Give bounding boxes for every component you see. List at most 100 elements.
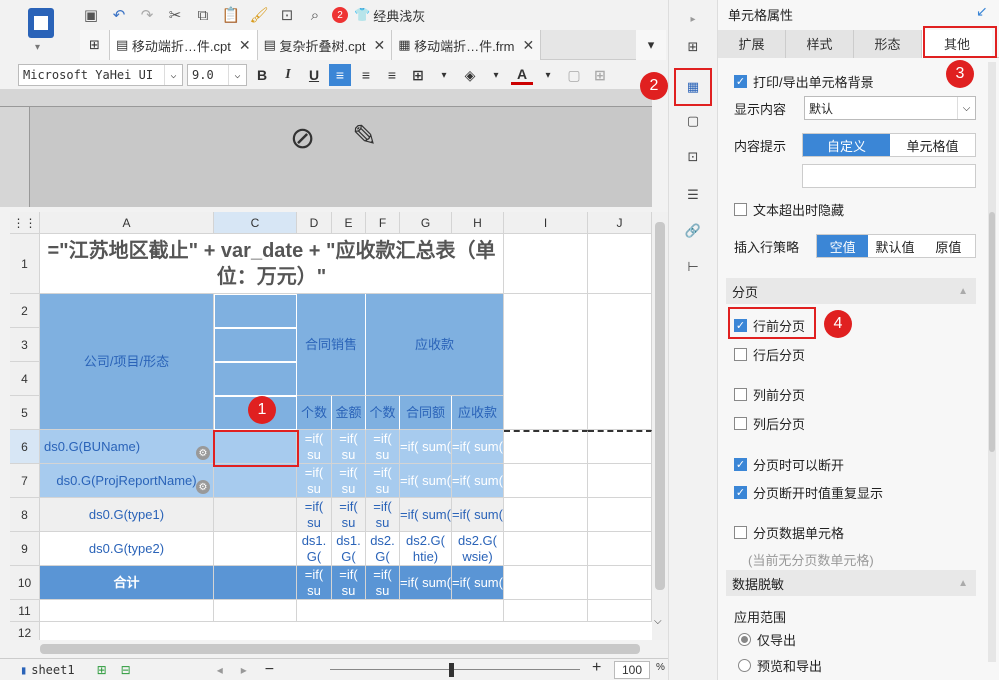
close-icon[interactable]: ✕	[373, 37, 385, 54]
unmerge-icon[interactable]: ⊞	[589, 64, 611, 86]
scroll-right-icon[interactable]: ▸	[241, 663, 247, 677]
formula-cell[interactable]: =if( sum(	[452, 498, 504, 532]
sub-header[interactable]: 应收款	[452, 396, 504, 430]
save-icon[interactable]: ▣	[80, 4, 102, 26]
row-header[interactable]: 4	[10, 362, 40, 396]
column-header[interactable]: F	[366, 212, 400, 234]
option-default[interactable]: 默认值	[868, 235, 922, 257]
font-size-select[interactable]: 9.0 ⌵	[187, 64, 247, 86]
row-header[interactable]: 9	[10, 532, 40, 566]
widget-icon[interactable]: ⊡	[682, 146, 704, 168]
empty-cell[interactable]	[588, 566, 652, 600]
format-brush-icon[interactable]: 🖌	[248, 4, 270, 26]
sub-header[interactable]: 个数	[297, 396, 332, 430]
empty-cell[interactable]	[504, 498, 588, 532]
zoom-in-icon[interactable]: +	[592, 659, 601, 677]
tab-complex-tree[interactable]: ▤ 复杂折叠树.cpt ✕	[257, 30, 393, 60]
formula-cell[interactable]: =if( su	[332, 566, 366, 600]
grid-view-icon[interactable]: ⊞	[80, 30, 110, 60]
bu-name-cell[interactable]: ds0.G(BUName)	[40, 430, 214, 464]
column-header[interactable]: H	[452, 212, 504, 234]
option-custom[interactable]: 自定义	[803, 134, 890, 156]
redo-icon[interactable]: ↷	[136, 4, 158, 26]
font-color-button[interactable]: A	[511, 65, 533, 85]
tab-mobile-frm[interactable]: ▦ 移动端折…件.frm ✕	[392, 30, 542, 60]
cell[interactable]	[214, 532, 297, 566]
empty-cell[interactable]	[504, 234, 588, 294]
paging-data-cell-checkbox[interactable]: 分页数据单元格	[734, 523, 844, 542]
formula-cell[interactable]: =if( sum(	[452, 430, 504, 464]
cell[interactable]	[214, 498, 297, 532]
fill-color-icon[interactable]: ◈	[459, 64, 481, 86]
sheet-tab[interactable]: ▮ sheet1	[20, 663, 75, 677]
tab-mobile-cpt[interactable]: ▤ 移动端折…件.cpt ✕	[110, 30, 258, 60]
chevron-down-icon[interactable]: ▾	[485, 64, 507, 86]
search-icon[interactable]: ⌕	[304, 4, 326, 26]
empty-cell[interactable]	[588, 600, 652, 622]
option-null[interactable]: 空值	[817, 235, 869, 257]
formula-cell[interactable]: ds1. G(	[332, 532, 366, 566]
page-after-row-checkbox[interactable]: 行后分页	[734, 345, 805, 364]
display-content-select[interactable]: 默认 ⌵	[804, 96, 976, 120]
hide-eye-icon[interactable]: ⊘	[290, 121, 315, 156]
row-header[interactable]: 1	[10, 234, 40, 294]
formula-cell[interactable]: =if( su	[332, 430, 366, 464]
formula-cell[interactable]: ds2.G( htie)	[400, 532, 452, 566]
align-center-icon[interactable]: ≡	[355, 64, 377, 86]
empty-cell[interactable]	[40, 600, 214, 622]
receivable-header[interactable]: 应收款	[366, 294, 504, 396]
underline-button[interactable]: U	[303, 64, 325, 86]
column-header[interactable]: I	[504, 212, 588, 234]
option-cell-value[interactable]: 单元格值	[889, 134, 975, 156]
formula-cell[interactable]: =if( sum(	[400, 430, 452, 464]
formula-cell[interactable]: =if( su	[297, 566, 332, 600]
option-original[interactable]: 原值	[921, 235, 975, 257]
column-header[interactable]: J	[588, 212, 652, 234]
formula-cell[interactable]: =if( su	[366, 430, 400, 464]
edit-pencil-icon[interactable]: ✎	[352, 119, 377, 154]
company-project-header[interactable]: 公司/项目/形态	[40, 294, 214, 430]
formula-cell[interactable]: =if( su	[366, 464, 400, 498]
undo-icon[interactable]: ↶	[108, 4, 130, 26]
row-header[interactable]: 12	[10, 622, 40, 640]
proj-report-name-cell[interactable]: ds0.G(ProjReportName)	[40, 464, 214, 498]
formula-cell[interactable]: =if( su	[297, 498, 332, 532]
column-header[interactable]: A	[40, 212, 214, 234]
empty-cell[interactable]	[504, 600, 588, 622]
select-all-corner[interactable]: ⋮⋮	[10, 212, 40, 234]
merge-icon[interactable]: ▢	[563, 64, 585, 86]
cut-icon[interactable]: ✂	[164, 4, 186, 26]
vertical-scrollbar[interactable]: ⌵	[652, 212, 668, 642]
formula-cell[interactable]: ds2. G(	[366, 532, 400, 566]
column-header[interactable]: D	[297, 212, 332, 234]
app-logo-icon[interactable]	[28, 8, 54, 38]
formula-cell[interactable]: =if( su	[366, 498, 400, 532]
tab-menu-icon[interactable]: ▾	[636, 30, 666, 60]
close-icon[interactable]: ✕	[239, 37, 251, 54]
empty-cell[interactable]	[504, 430, 588, 464]
formula-cell[interactable]: =if( sum(	[400, 498, 452, 532]
empty-cell[interactable]	[504, 294, 588, 430]
tab-style[interactable]: 样式	[786, 29, 854, 58]
can-break-checkbox[interactable]: ✓ 分页时可以断开	[734, 455, 844, 474]
empty-cell[interactable]	[588, 430, 652, 464]
sub-header[interactable]: 合同额	[400, 396, 452, 430]
tree-icon[interactable]: ⊢	[682, 256, 704, 278]
row-header[interactable]: 7	[10, 464, 40, 498]
header-cell[interactable]	[214, 328, 297, 362]
notification-badge[interactable]: 2	[332, 7, 348, 23]
chevron-down-icon[interactable]: ▾	[537, 64, 559, 86]
contract-sales-header[interactable]: 合同销售	[297, 294, 366, 396]
paste-icon[interactable]: 📋	[220, 4, 242, 26]
formula-cell[interactable]: =if( su	[332, 464, 366, 498]
scroll-left-icon[interactable]: ◂	[217, 663, 223, 677]
preview-icon[interactable]: ⊡	[276, 4, 298, 26]
print-bg-checkbox[interactable]: ✓ 打印/导出单元格背景	[734, 72, 874, 91]
row-header[interactable]: 8	[10, 498, 40, 532]
copy-icon[interactable]: ⧉	[192, 4, 214, 26]
collapse-right-icon[interactable]: ▸	[682, 8, 704, 30]
classic-gray-theme-button[interactable]: 👕 经典浅灰	[354, 6, 425, 25]
empty-cell[interactable]	[588, 234, 652, 294]
masking-section-header[interactable]: 数据脱敏 ▲	[726, 570, 976, 596]
scroll-thumb[interactable]	[655, 222, 665, 590]
